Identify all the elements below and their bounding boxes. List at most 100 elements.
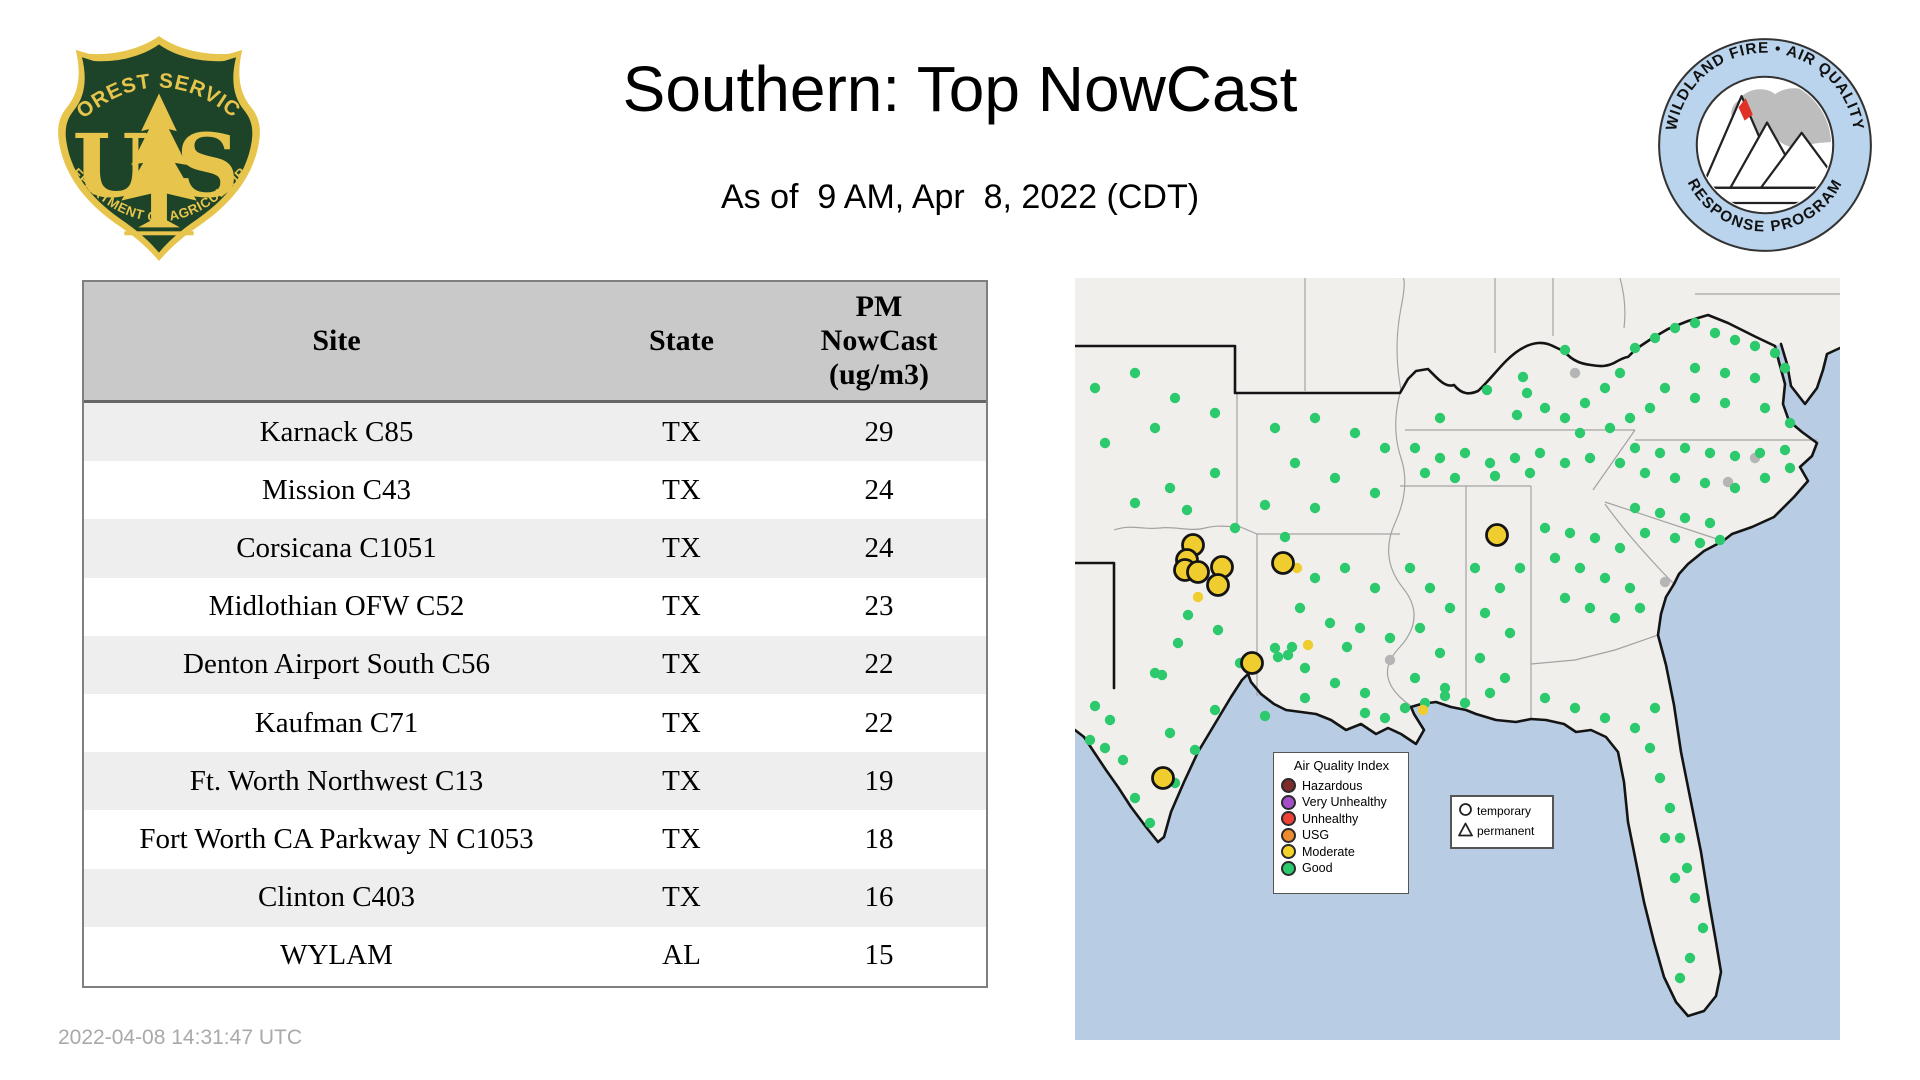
good-monitor-dot — [1469, 562, 1481, 574]
good-monitor-dot — [1494, 582, 1506, 594]
good-monitor-dot — [1697, 922, 1709, 934]
good-monitor-dot — [1624, 582, 1636, 594]
good-monitor-dot — [1534, 447, 1546, 459]
good-monitor-dot — [1579, 397, 1591, 409]
good-monitor-dot — [1559, 457, 1571, 469]
good-monitor-dot — [1089, 700, 1101, 712]
table-header-row: Site State PM NowCast (ug/m3) — [84, 282, 986, 403]
good-monitor-dot — [1164, 482, 1176, 494]
good-monitor-dot — [1689, 317, 1701, 329]
good-monitor-dot — [1539, 402, 1551, 414]
nowcast-table: Site State PM NowCast (ug/m3) Karnack C8… — [82, 280, 988, 988]
generated-timestamp: 2022-04-08 14:31:47 UTC — [58, 1026, 302, 1049]
good-monitor-dot — [1719, 367, 1731, 379]
good-monitor-dot — [1504, 627, 1516, 639]
column-header-site: Site — [312, 324, 361, 357]
good-monitor-dot — [1729, 334, 1741, 346]
aqi-color-swatch — [1281, 860, 1296, 876]
good-monitor-dot — [1679, 442, 1691, 454]
good-monitor-dot — [1654, 507, 1666, 519]
good-monitor-dot — [1704, 447, 1716, 459]
good-monitor-dot — [1629, 502, 1641, 514]
good-monitor-dot — [1409, 672, 1421, 684]
moderate-monitor-dot — [1302, 639, 1314, 651]
good-monitor-dot — [1714, 534, 1726, 546]
forest-service-shield-icon: FOREST SERVICE DEPARTMENT OF AGRICULTURE… — [41, 12, 260, 262]
good-monitor-dot — [1182, 609, 1194, 621]
good-monitor-dot — [1574, 562, 1586, 574]
good-monitor-dot — [1117, 754, 1129, 766]
marker-type-legend: temporary permanent — [1450, 795, 1554, 849]
good-monitor-dot — [1669, 472, 1681, 484]
good-monitor-dot — [1549, 552, 1561, 564]
good-monitor-dot — [1759, 472, 1771, 484]
good-monitor-dot — [1614, 542, 1626, 554]
good-monitor-dot — [1514, 562, 1526, 574]
good-monitor-dot — [1709, 327, 1721, 339]
good-monitor-dot — [1654, 772, 1666, 784]
wfaqrp-logo: WILDLAND FIRE • AIR QUALITY RESPONSE PRO… — [1653, 33, 1877, 257]
good-monitor-dot — [1584, 452, 1596, 464]
page-title: Southern: Top NowCast — [622, 53, 1298, 125]
as-of-subtitle: As of 9 AM, Apr 8, 2022 (CDT) — [720, 178, 1200, 216]
good-monitor-dot — [1664, 802, 1676, 814]
good-monitor-dot — [1129, 792, 1141, 804]
column-header-pm-nowcast: PM NowCast (ug/m3) — [820, 290, 938, 391]
good-monitor-dot — [1169, 392, 1181, 404]
good-monitor-dot — [1779, 444, 1791, 456]
good-monitor-dot — [1309, 502, 1321, 514]
svg-text:S: S — [176, 115, 239, 218]
good-monitor-dot — [1272, 651, 1284, 663]
table-row: Midlothian OFW C52 TX 23 — [84, 577, 986, 636]
good-monitor-dot — [1639, 467, 1651, 479]
good-monitor-dot — [1559, 344, 1571, 356]
good-monitor-dot — [1379, 712, 1391, 724]
good-monitor-dot — [1481, 384, 1493, 396]
table-row: WYLAM AL 15 — [84, 926, 986, 985]
good-monitor-dot — [1624, 412, 1636, 424]
good-monitor-dot — [1434, 647, 1446, 659]
good-monitor-dot — [1259, 710, 1271, 722]
good-monitor-dot — [1172, 637, 1184, 649]
good-monitor-dot — [1749, 372, 1761, 384]
good-monitor-dot — [1286, 641, 1298, 653]
good-monitor-dot — [1689, 392, 1701, 404]
good-monitor-dot — [1404, 562, 1416, 574]
wfaqrp-circle-icon: WILDLAND FIRE • AIR QUALITY RESPONSE PRO… — [1658, 38, 1872, 252]
good-monitor-dot — [1269, 642, 1281, 654]
good-monitor-dot — [1434, 452, 1446, 464]
good-monitor-dot — [1699, 477, 1711, 489]
moderate-temporary-monitor-circle — [1240, 651, 1264, 675]
good-monitor-dot — [1669, 872, 1681, 884]
aqi-legend-title: Air Quality Index — [1293, 758, 1390, 773]
good-monitor-dot — [1414, 622, 1426, 634]
good-monitor-dot — [1299, 692, 1311, 704]
aqi-legend-item: Moderate — [1281, 844, 1402, 861]
good-monitor-dot — [1099, 742, 1111, 754]
inactive-monitor-dot — [1659, 576, 1671, 588]
good-monitor-dot — [1459, 447, 1471, 459]
good-monitor-dot — [1279, 531, 1291, 543]
good-monitor-dot — [1704, 517, 1716, 529]
good-monitor-dot — [1299, 662, 1311, 674]
good-monitor-dot — [1384, 632, 1396, 644]
good-monitor-dot — [1354, 622, 1366, 634]
good-monitor-dot — [1574, 427, 1586, 439]
good-monitor-dot — [1474, 652, 1486, 664]
good-monitor-dot — [1479, 607, 1491, 619]
moderate-temporary-monitor-circle — [1206, 573, 1230, 597]
good-monitor-dot — [1584, 602, 1596, 614]
column-header-state: State — [649, 324, 714, 357]
moderate-temporary-monitor-circle — [1271, 551, 1295, 575]
monitor-map — [1075, 278, 1840, 1040]
inactive-monitor-dot — [1569, 367, 1581, 379]
good-monitor-dot — [1684, 952, 1696, 964]
good-monitor-dot — [1399, 702, 1411, 714]
aqi-legend-item: Hazardous — [1281, 778, 1402, 795]
good-monitor-dot — [1599, 712, 1611, 724]
good-monitor-dot — [1379, 442, 1391, 454]
good-monitor-dot — [1419, 467, 1431, 479]
good-monitor-dot — [1459, 697, 1471, 709]
temporary-circle-icon — [1458, 802, 1474, 820]
aqi-color-swatch — [1281, 811, 1296, 827]
